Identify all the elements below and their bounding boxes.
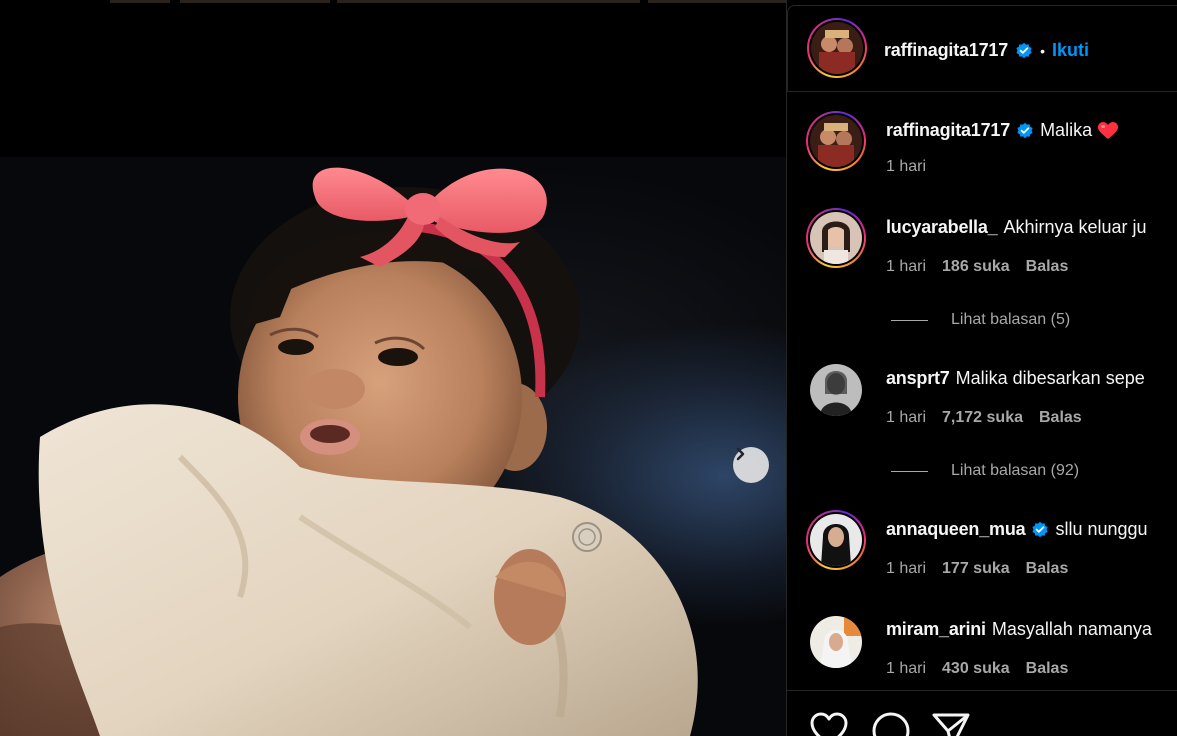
post-photo[interactable] [0,157,786,736]
comment-meta: 1 hari 430 suka Balas [886,660,1068,678]
comment-likes[interactable]: 177 suka [942,560,1010,578]
comment-time[interactable]: 1 hari [886,560,926,578]
reply-button[interactable]: Balas [1026,258,1069,276]
header-separator: • [1040,42,1045,59]
reply-button[interactable]: Balas [1026,560,1069,578]
chevron-right-icon [736,447,745,461]
view-replies-label: Lihat balasan (5) [951,311,1071,328]
caption-meta: 1 hari [886,158,926,176]
post-media [0,0,786,736]
verified-badge-icon [1017,122,1033,138]
comment-text: Akhirnya keluar ju [1003,217,1147,237]
red-heart-emoji-icon [1098,121,1119,139]
comment-likes[interactable]: 7,172 suka [942,409,1023,427]
view-replies-button[interactable]: Lihat balasan (5) [891,311,1070,329]
author-username[interactable]: raffinagita1717 [884,40,1008,61]
comment-button[interactable] [871,711,911,736]
comments-list: raffinagita1717 Malika 1 hari lucyarabel… [787,92,1177,690]
comment-username[interactable]: annaqueen_mua [886,519,1026,540]
caption-text: Malika [1040,120,1093,140]
caption-author-avatar[interactable] [806,111,866,171]
comment-avatar[interactable] [810,364,862,416]
comment-time[interactable]: 1 hari [886,409,926,427]
comment-meta: 1 hari 7,172 suka Balas [886,409,1082,427]
comment-likes[interactable]: 430 suka [942,660,1010,678]
post-side-panel: raffinagita1717 • Ikuti raffinagita1717 … [786,0,1177,736]
post-header: raffinagita1717 • Ikuti [787,5,1177,92]
comment-line: miram_arini Masyallah namanya [886,619,1152,640]
comment-line: lucyarabella_ Akhirnya keluar ju [886,217,1147,238]
avatar-image [810,514,862,566]
header-author-line: raffinagita1717 • Ikuti [884,40,1089,61]
comment-text: sllu nunggu [1055,519,1148,539]
view-replies-label: Lihat balasan (92) [951,462,1080,479]
avatar-image [810,364,862,416]
comment-meta: 1 hari 186 suka Balas [886,258,1068,276]
verified-badge-icon [1016,42,1032,58]
send-icon [932,713,970,736]
comment-likes[interactable]: 186 suka [942,258,1010,276]
like-button[interactable] [809,711,849,736]
avatar-image [810,616,862,668]
comment-avatar[interactable] [810,616,862,668]
comment-time[interactable]: 1 hari [886,258,926,276]
replies-divider [891,470,928,472]
media-top-strip [0,0,786,3]
reply-button[interactable]: Balas [1026,660,1069,678]
next-image-button[interactable] [733,447,769,483]
follow-button[interactable]: Ikuti [1052,40,1089,61]
comment-username[interactable]: ansprt7 [886,368,950,389]
share-button[interactable] [931,711,971,736]
author-avatar[interactable] [807,18,867,78]
post-actions-bar [787,690,1177,736]
comment-meta: 1 hari 177 suka Balas [886,560,1068,578]
verified-badge-icon [1032,521,1049,537]
comment-username[interactable]: lucyarabella_ [886,217,998,238]
reply-button[interactable]: Balas [1039,409,1082,427]
avatar-image [810,115,862,167]
comment-line: annaqueen_mua sllu nunggu [886,519,1148,540]
comment-line: ansprt7 Malika dibesarkan sepe [886,368,1145,389]
heart-icon [810,712,848,736]
comment-text: Malika dibesarkan sepe [955,368,1145,388]
comment-icon [872,712,910,736]
baby-photo-illustration [0,167,698,736]
comment-time[interactable]: 1 hari [886,660,926,678]
caption-line: raffinagita1717 Malika [886,120,1119,141]
view-replies-button[interactable]: Lihat balasan (92) [891,462,1079,480]
comment-avatar[interactable] [806,510,866,570]
avatar-image [811,22,863,74]
comment-text: Masyallah namanya [991,619,1152,639]
caption-time[interactable]: 1 hari [886,158,926,176]
comment-username[interactable]: miram_arini [886,619,986,640]
avatar-image [810,212,862,264]
replies-divider [891,319,928,321]
comment-avatar[interactable] [806,208,866,268]
caption-username[interactable]: raffinagita1717 [886,120,1010,141]
